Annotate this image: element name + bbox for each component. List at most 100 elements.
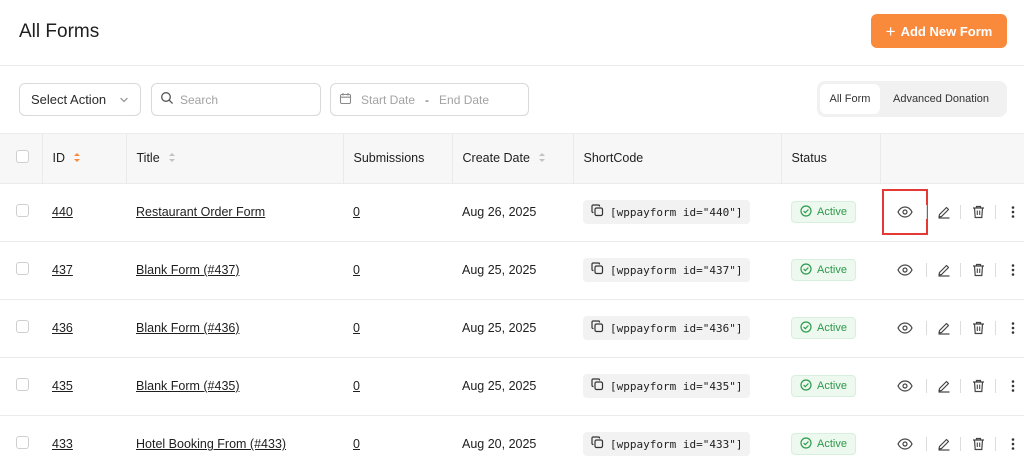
row-select-cell [0,415,42,468]
column-id[interactable]: ID [42,134,127,183]
table-row: 436 Blank Form (#436) 0 Aug 25, 2025 [wp… [0,299,1024,357]
column-create-date[interactable]: Create Date [452,134,574,183]
shortcode-badge[interactable]: [wppayform id="433"] [583,432,751,457]
status-cell: Active [781,299,880,357]
page-header: All Forms + Add New Form [0,0,1024,66]
sort-icon[interactable] [73,152,81,166]
sort-icon[interactable] [538,152,546,166]
more-vertical-icon[interactable] [1002,433,1024,455]
form-id-link[interactable]: 433 [52,437,73,451]
status-badge: Active [791,317,856,339]
shortcode-badge[interactable]: [wppayform id="435"] [583,374,751,398]
eye-icon[interactable] [890,375,920,397]
form-title-link[interactable]: Blank Form (#435) [136,379,240,393]
status-text: Active [817,206,847,218]
row-checkbox[interactable] [16,320,29,333]
more-vertical-icon[interactable] [1002,375,1024,397]
row-checkbox[interactable] [16,436,29,450]
submissions-link[interactable]: 0 [353,205,360,219]
end-date-input[interactable]: End Date [439,93,489,107]
check-circle-icon [800,262,812,278]
pencil-icon[interactable] [933,433,955,455]
shortcode-text: [wppayform id="435"] [610,379,743,393]
submissions-link[interactable]: 0 [353,379,360,393]
actions-cell [880,183,1024,241]
column-title-label: Title [136,150,160,165]
start-date-input[interactable]: Start Date [361,93,415,107]
more-vertical-icon[interactable] [1002,317,1024,339]
trash-icon[interactable] [967,317,989,339]
column-shortcode-label: ShortCode [583,151,644,166]
title-cell: Blank Form (#437) [126,241,343,299]
eye-icon[interactable] [890,317,920,339]
action-divider [925,263,927,277]
shortcode-badge[interactable]: [wppayform id="436"] [583,316,751,340]
search-icon [160,91,174,108]
filter-bar: Select Action Start Date - End Date All … [0,66,1024,134]
action-divider [995,205,997,219]
eye-icon[interactable] [890,433,920,455]
sort-icon[interactable] [168,152,176,166]
shortcode-cell: [wppayform id="433"] [573,415,781,468]
form-id-link[interactable]: 440 [52,205,73,219]
id-cell: 437 [42,241,126,299]
tab-advanced-donation[interactable]: Advanced Donation [880,84,1002,114]
pencil-icon[interactable] [933,375,955,397]
eye-icon[interactable] [882,189,928,235]
trash-icon[interactable] [967,259,989,281]
shortcode-badge[interactable]: [wppayform id="440"] [583,200,751,224]
submissions-cell: 0 [343,415,452,468]
date-range-picker[interactable]: Start Date - End Date [330,83,529,116]
form-id-link[interactable]: 437 [52,263,73,277]
page-title: All Forms [19,21,100,42]
status-badge: Active [791,433,856,456]
submissions-cell: 0 [343,241,452,299]
action-divider [925,205,927,219]
submissions-link[interactable]: 0 [353,437,360,451]
bulk-action-select[interactable]: Select Action [19,83,141,116]
row-actions [890,259,1024,281]
row-checkbox[interactable] [16,378,29,391]
row-checkbox[interactable] [16,262,29,275]
eye-icon[interactable] [890,259,920,281]
date-separator: - [425,92,430,107]
trash-icon[interactable] [967,375,989,397]
search-input[interactable] [180,92,310,107]
row-checkbox[interactable] [16,204,29,217]
column-id-label: ID [52,150,66,165]
pencil-icon[interactable] [933,259,955,281]
form-type-tabs: All Form Advanced Donation [817,81,1007,117]
plus-icon: + [885,21,896,41]
form-title-link[interactable]: Blank Form (#437) [136,263,240,277]
status-badge: Active [791,259,856,281]
form-title-link[interactable]: Restaurant Order Form [136,205,265,219]
shortcode-text: [wppayform id="440"] [610,205,743,219]
pencil-icon[interactable] [933,201,955,223]
add-new-form-button[interactable]: + Add New Form [871,14,1007,48]
actions-cell [880,241,1024,299]
action-divider [925,321,927,335]
id-cell: 436 [42,299,126,357]
more-vertical-icon[interactable] [1002,259,1024,281]
form-id-link[interactable]: 436 [52,321,73,335]
check-circle-icon [800,320,812,336]
tab-all-form[interactable]: All Form [820,84,880,114]
form-title-link[interactable]: Hotel Booking From (#433) [136,437,286,451]
select-all-cell [0,134,43,183]
submissions-link[interactable]: 0 [353,263,360,277]
form-id-link[interactable]: 435 [52,379,73,393]
column-shortcode: ShortCode [573,134,782,183]
row-select-cell [0,241,42,299]
form-title-link[interactable]: Blank Form (#436) [136,321,240,335]
select-all-checkbox[interactable] [16,150,29,164]
status-badge: Active [791,201,856,223]
pencil-icon[interactable] [933,317,955,339]
column-title[interactable]: Title [126,134,344,183]
submissions-link[interactable]: 0 [353,321,360,335]
trash-icon[interactable] [967,433,989,455]
submissions-cell: 0 [343,299,452,357]
more-vertical-icon[interactable] [1002,201,1024,223]
search-field[interactable] [151,83,321,116]
trash-icon[interactable] [967,201,989,223]
shortcode-badge[interactable]: [wppayform id="437"] [583,258,751,282]
